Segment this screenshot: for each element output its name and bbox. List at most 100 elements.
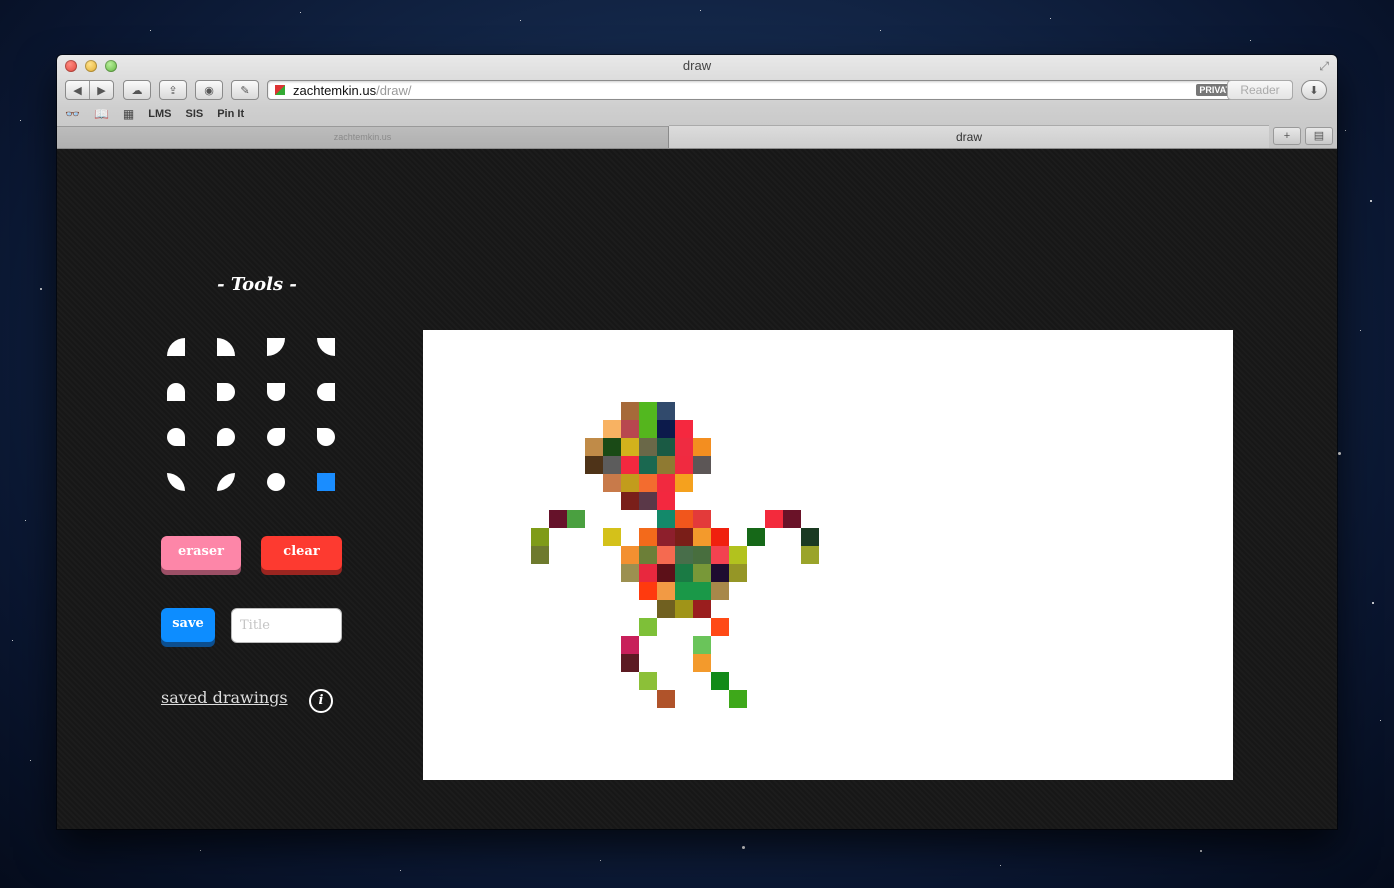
canvas-pixel — [711, 618, 729, 636]
save-button[interactable]: save — [161, 608, 215, 642]
downloads-button[interactable]: ⬇ — [1301, 80, 1327, 100]
bookmark-pin-it[interactable]: Pin It — [217, 108, 244, 120]
canvas-pixel — [765, 510, 783, 528]
url-text: zachtemkin.us/draw/ — [293, 83, 412, 98]
canvas-pixel — [693, 564, 711, 582]
bookmark-sis[interactable]: SIS — [185, 108, 203, 120]
shape-half-right-round-icon[interactable] — [217, 383, 235, 401]
canvas-pixel — [675, 564, 693, 582]
url-path: /draw/ — [376, 83, 412, 98]
url-host: zachtemkin.us — [293, 83, 377, 98]
canvas-pixel — [729, 546, 747, 564]
canvas-pixel — [657, 438, 675, 456]
tab-overview-button[interactable]: ▤ — [1305, 127, 1333, 145]
forward-icon[interactable]: ▶ — [90, 84, 113, 97]
info-icon[interactable]: i — [309, 689, 333, 713]
canvas-pixel — [801, 528, 819, 546]
canvas-pixel — [657, 510, 675, 528]
canvas-pixel — [675, 510, 693, 528]
shape-circle-icon[interactable] — [267, 473, 285, 491]
canvas-pixel — [675, 546, 693, 564]
share-icon: ⇪ — [168, 84, 178, 97]
canvas-pixel — [657, 582, 675, 600]
canvas-pixel — [693, 600, 711, 618]
reading-list-icon[interactable]: 👓 — [65, 107, 80, 121]
shape-half-bottom-round-icon[interactable] — [267, 383, 285, 401]
canvas-pixel — [639, 672, 657, 690]
canvas-pixel — [675, 456, 693, 474]
share-button[interactable]: ⇪ — [159, 80, 187, 100]
canvas-pixel — [639, 564, 657, 582]
canvas-pixel — [657, 420, 675, 438]
canvas-pixel — [639, 474, 657, 492]
canvas-pixel — [675, 474, 693, 492]
canvas-pixel — [549, 510, 567, 528]
canvas-pixel — [639, 402, 657, 420]
bookmarks-book-icon[interactable]: 📖 — [94, 107, 109, 121]
shape-half-top-round-icon[interactable] — [167, 383, 185, 401]
shape-quarter-bottom-right-round-icon[interactable] — [317, 338, 335, 356]
extension-button[interactable]: ◉ — [195, 80, 223, 100]
shape-three-round-no-bl-icon[interactable] — [217, 428, 235, 446]
eraser-button[interactable]: eraser — [161, 536, 241, 570]
shape-three-round-no-br-icon[interactable] — [167, 428, 185, 446]
canvas-pixel — [693, 636, 711, 654]
title-input[interactable] — [231, 608, 342, 643]
canvas-pixel — [657, 546, 675, 564]
canvas-pixel — [675, 438, 693, 456]
canvas-pixel — [621, 492, 639, 510]
canvas-pixel — [729, 564, 747, 582]
canvas-pixel — [639, 546, 657, 564]
back-icon[interactable]: ◀ — [66, 84, 89, 97]
icloud-tabs-button[interactable]: ☁ — [123, 80, 151, 100]
top-sites-grid-icon[interactable]: ▦ — [123, 107, 134, 121]
canvas-pixel — [747, 528, 765, 546]
shape-quarter-top-left-round-icon[interactable] — [217, 338, 235, 356]
canvas-pixel — [621, 654, 639, 672]
tab-draw[interactable]: draw — [669, 125, 1269, 148]
shape-leaf-diagonal-a-icon[interactable] — [167, 473, 185, 491]
canvas-pixel — [603, 528, 621, 546]
canvas-pixel — [621, 438, 639, 456]
canvas-pixel — [603, 438, 621, 456]
canvas-pixel — [657, 564, 675, 582]
canvas-pixel — [621, 402, 639, 420]
address-bar[interactable]: zachtemkin.us/draw/ PRIVATE ↻ — [267, 80, 1293, 100]
shape-three-round-no-tr-icon[interactable] — [267, 428, 285, 446]
site-favicon-icon — [275, 85, 285, 95]
shape-three-round-no-tl-icon[interactable] — [317, 428, 335, 446]
settings-button[interactable]: ✎ — [231, 80, 259, 100]
canvas-pixel — [621, 636, 639, 654]
bookmark-lms[interactable]: LMS — [148, 108, 171, 120]
window-title: draw — [682, 58, 712, 73]
fullscreen-icon[interactable]: ⤢ — [1319, 59, 1329, 74]
canvas-pixel — [729, 690, 747, 708]
canvas-pixel — [603, 474, 621, 492]
cloud-icon: ☁ — [131, 84, 143, 97]
shape-quarter-bottom-left-round-icon[interactable] — [267, 338, 285, 356]
shape-leaf-diagonal-b-icon[interactable] — [217, 473, 235, 491]
canvas-pixel — [711, 672, 729, 690]
canvas-pixel — [621, 474, 639, 492]
canvas-pixel — [711, 564, 729, 582]
drawing-canvas[interactable] — [423, 330, 1233, 780]
canvas-pixel — [657, 456, 675, 474]
shape-half-left-round-icon[interactable] — [317, 383, 335, 401]
reader-button[interactable]: Reader — [1227, 80, 1293, 100]
canvas-pixel — [783, 510, 801, 528]
shape-square-icon[interactable] — [317, 473, 335, 491]
browser-window: draw ⤢ ◀ ▶ ☁ ⇪ ◉ ✎ zachtemkin.us/draw/ PR… — [57, 55, 1337, 829]
shape-quarter-top-right-round-icon[interactable] — [167, 338, 185, 356]
canvas-pixel — [657, 600, 675, 618]
new-tab-button[interactable]: + — [1273, 127, 1301, 145]
canvas-pixel — [639, 456, 657, 474]
saved-drawings-link[interactable]: saved drawings — [161, 688, 288, 707]
tab-zachtemkin[interactable]: zachtemkin.us — [57, 126, 669, 148]
page-content: - Tools - eraser clear save saved drawin… — [57, 149, 1337, 829]
canvas-pixel — [603, 456, 621, 474]
bookmarks-bar: 👓 📖 ▦ LMS SIS Pin It — [65, 106, 244, 122]
clear-button[interactable]: clear — [261, 536, 342, 570]
canvas-pixel — [657, 528, 675, 546]
wrench-icon: ✎ — [240, 84, 250, 97]
canvas-pixel — [621, 420, 639, 438]
